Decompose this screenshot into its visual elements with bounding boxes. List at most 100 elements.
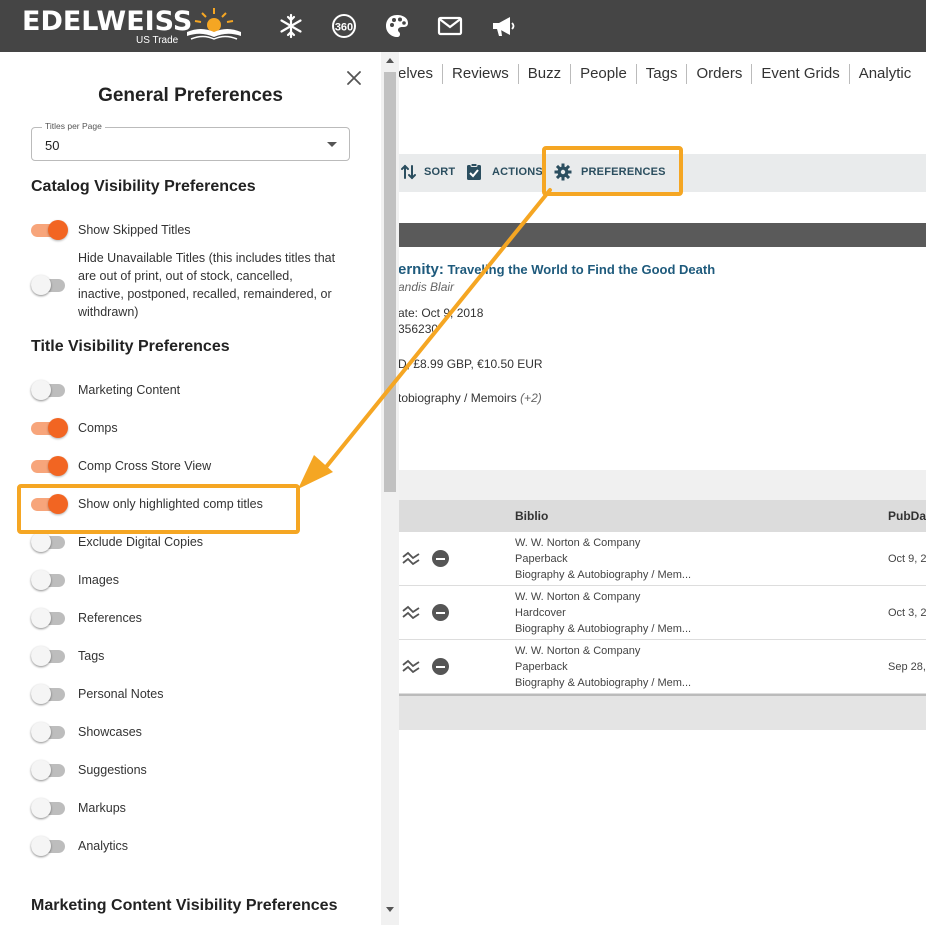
titles-per-page-label: Titles per Page [42,121,105,131]
section-divider [398,470,926,500]
toggle-personal-notes[interactable] [31,684,67,704]
nav-item-reviews[interactable]: Reviews [443,64,519,84]
nav-item-tags[interactable]: Tags [637,64,688,84]
book-category-text: tobiography / Memoirs [398,391,517,405]
scroll-up-icon[interactable] [386,58,394,63]
scroll-down-icon[interactable] [386,907,394,912]
top-nav: elves Reviews Buzz People Tags Orders Event Gr… [398,64,920,84]
panel-scrollbar[interactable] [381,52,399,925]
toggle-label: Tags [78,649,105,663]
toggle-label: Marketing Content [78,383,181,397]
book-title[interactable]: ernity: Traveling the World to Find the … [398,261,715,278]
toggle-label: Suggestions [78,763,147,777]
title-visibility-heading: Title Visibility Preferences [31,338,230,355]
chevron-down-icon [327,142,337,147]
panel-title: General Preferences [98,85,283,106]
snowflake-icon[interactable] [278,13,304,39]
toggle-tags[interactable] [31,646,67,666]
toggle-label: Show Skipped Titles [78,223,191,237]
table-header: Biblio PubDa [398,500,926,532]
book-pub-date: ate: Oct 9, 2018 [398,306,484,320]
megaphone-icon[interactable] [490,13,516,39]
toggle-label: Showcases [78,725,142,739]
nav-item-analytics[interactable]: Analytic [850,64,921,84]
logo-book-icon [187,8,241,40]
toggle-exclude-digital-copies[interactable] [31,532,67,552]
row-category: Biography & Autobiography / Mem... [515,569,692,581]
360-icon[interactable]: 360 [331,13,357,39]
catalog-visibility-heading: Catalog Visibility Preferences [31,178,256,195]
row-format: Hardcover [515,607,566,619]
toggle-references[interactable] [31,608,67,628]
toggle-showcases[interactable] [31,722,67,742]
row-format: Paperback [515,553,568,565]
titles-per-page-select[interactable]: Titles per Page 50 [31,121,350,161]
preferences-highlight-box [542,146,683,196]
toggle-show-skipped-titles[interactable] [31,220,68,240]
marketing-visibility-heading: Marketing Content Visibility Preferences [31,897,338,914]
column-pubdate[interactable]: PubDa [888,509,926,523]
palette-icon[interactable] [384,13,410,39]
book-price: D, £8.99 GBP, €10.50 EUR [398,357,543,371]
toggle-marketing-content[interactable] [31,380,67,400]
toggle-label: Exclude Digital Copies [78,535,204,549]
toggle-comp-cross-store-view[interactable] [31,456,68,476]
row-pubdate: Sep 28, [888,661,926,673]
remove-icon[interactable] [432,604,449,621]
comp-titles-highlight-box [17,484,300,534]
toggle-label: Comp Cross Store View [78,459,212,473]
toggle-analytics[interactable] [31,836,67,856]
row-publisher: W. W. Norton & Company [515,645,641,657]
nav-item-people[interactable]: People [571,64,637,84]
table-row: W. W. Norton & Company Paperback Biograp… [398,640,926,694]
actions-button[interactable]: ACTIONS [492,166,543,178]
nav-item-shelves[interactable]: elves [398,64,444,84]
nav-item-buzz[interactable]: Buzz [519,64,572,84]
trend-icon[interactable] [402,605,420,619]
row-pubdate: Oct 3, 2 [888,607,926,619]
row-publisher: W. W. Norton & Company [515,537,641,549]
mail-icon[interactable] [437,13,463,39]
table-row: W. W. Norton & Company Paperback Biograp… [398,532,926,586]
toggle-suggestions[interactable] [31,760,67,780]
remove-icon[interactable] [432,658,449,675]
toggle-label: Personal Notes [78,687,164,701]
toggle-label: Hide Unavailable Titles (this includes t… [78,251,336,319]
sort-button[interactable]: SORT [424,166,455,178]
row-format: Paperback [515,661,568,673]
row-category: Biography & Autobiography / Mem... [515,623,692,635]
row-category: Biography & Autobiography / Mem... [515,677,692,689]
toggle-comps[interactable] [31,418,68,438]
column-biblio[interactable]: Biblio [515,509,548,523]
nav-item-orders[interactable]: Orders [687,64,753,84]
row-publisher: W. W. Norton & Company [515,591,641,603]
toggle-markups[interactable] [31,798,67,818]
toggle-label: Comps [78,421,118,435]
toggle-label: References [78,611,142,625]
book-title-rest: Traveling the World to Find the Good Dea… [443,262,716,277]
toggle-images[interactable] [31,570,67,590]
trend-icon[interactable] [402,551,420,565]
remove-icon[interactable] [432,550,449,567]
nav-item-event-grids[interactable]: Event Grids [752,64,850,84]
table-footer [398,694,926,730]
book-author: andis Blair [398,280,455,294]
clipboard-check-icon[interactable] [465,163,483,181]
sort-icon[interactable] [400,163,418,181]
logo-text[interactable]: EDELWEISS [22,6,192,37]
row-pubdate: Oct 9, 2 [888,553,926,565]
scrollbar-thumb[interactable] [384,72,396,492]
section-bar [398,223,926,247]
book-title-prefix: ernity: [398,261,444,278]
svg-text:360: 360 [335,22,353,34]
toggle-label: Images [78,573,119,587]
book-category: tobiography / Memoirs (+2) [398,391,542,405]
toggle-label: Markups [78,801,126,815]
titles-per-page-value: 50 [45,138,60,153]
top-header: EDELWEISS US Trade 360 [0,0,926,52]
book-category-more[interactable]: (+2) [520,391,542,405]
book-isbn: 356230 [398,322,439,336]
table-row: W. W. Norton & Company Hardcover Biograp… [398,586,926,640]
trend-icon[interactable] [402,659,420,673]
toggle-hide-unavailable-titles[interactable] [31,275,67,295]
